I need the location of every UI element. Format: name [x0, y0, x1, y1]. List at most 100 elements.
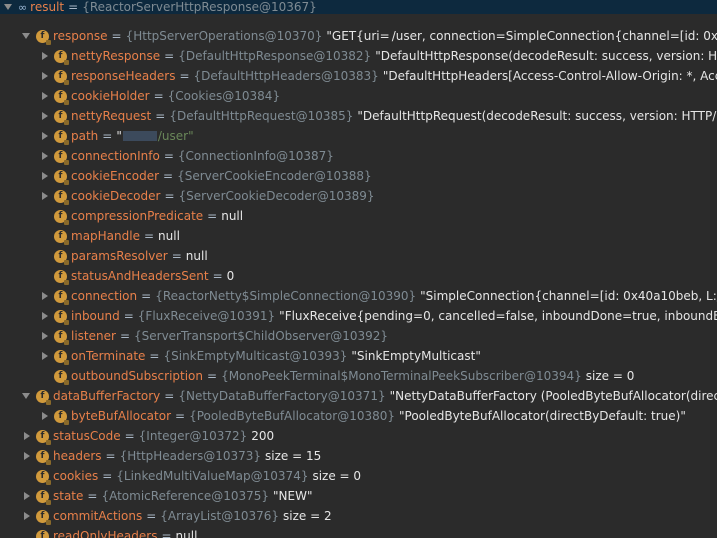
equals-sign: = — [164, 189, 175, 203]
variable-type: {DefaultHttpResponse@10382} — [178, 49, 372, 63]
tree-row-connection[interactable]: f connection = {ReactorNetty$SimpleConnecti… — [0, 286, 717, 306]
variable-type: {LinkedMultiValueMap@10374} — [116, 469, 309, 483]
tree-row-outboundSubscription[interactable]: f outboundSubscription = {MonoPeekTerminal$… — [0, 366, 717, 386]
no-expand-spacer — [40, 370, 50, 382]
chevron-right-icon[interactable] — [40, 110, 50, 122]
variable-type: {DefaultHttpRequest@10385} — [169, 109, 354, 123]
variable-name: cookieEncoder — [71, 169, 160, 183]
field-icon: f — [54, 89, 69, 105]
chevron-right-icon[interactable] — [40, 290, 50, 302]
tree-row-headers[interactable]: f headers = {HttpHeaders@10373} size = 15 — [0, 446, 717, 466]
variable-name: readOnlyHeaders — [53, 529, 158, 538]
variable-value: "SimpleConnection{channel=[id: 0x40a10be… — [420, 289, 717, 303]
variable-name: cookies — [53, 469, 99, 483]
tree-row-cookieDecoder[interactable]: f cookieDecoder = {ServerCookieDecoder@1038… — [0, 186, 717, 206]
variable-type: {SinkEmptyMulticast@10393} — [163, 349, 348, 363]
variable-name: outboundSubscription — [71, 369, 203, 383]
equals-sign: = — [68, 0, 79, 14]
variable-name: inbound — [71, 309, 120, 323]
variable-value: size = 15 — [265, 449, 322, 463]
variable-value-continued: /user" — [157, 129, 194, 143]
equals-sign: = — [171, 249, 182, 263]
equals-sign: = — [123, 309, 134, 323]
tree-row-nettyResponse[interactable]: f nettyResponse = {DefaultHttpResponse@1038… — [0, 46, 717, 66]
tree-row-mapHandle[interactable]: f mapHandle = null — [0, 226, 717, 246]
equals-sign: = — [207, 369, 218, 383]
chevron-right-icon[interactable] — [40, 130, 50, 142]
equals-sign: = — [146, 509, 157, 523]
variable-value: " — [116, 129, 122, 143]
variable-type: {PooledByteBufAllocator@10380} — [189, 409, 395, 423]
chevron-right-icon[interactable] — [22, 510, 32, 522]
variable-value: "NEW" — [273, 489, 313, 503]
variable-name: response — [53, 29, 108, 43]
chevron-right-icon[interactable] — [22, 450, 32, 462]
variable-type: {MonoPeekTerminal$MonoTerminalPeekSubscr… — [221, 369, 582, 383]
variable-value: 0 — [226, 269, 235, 283]
chevron-right-icon[interactable] — [22, 490, 32, 502]
no-expand-spacer — [40, 250, 50, 262]
tree-row-responseHeaders[interactable]: f responseHeaders = {DefaultHttpHeaders@103… — [0, 66, 717, 86]
variable-type: {ServerTransport$ChildObserver@10392} — [134, 329, 389, 343]
variable-name: paramsResolver — [71, 249, 168, 263]
chevron-right-icon[interactable] — [40, 170, 50, 182]
chevron-right-icon[interactable] — [40, 330, 50, 342]
equals-sign: = — [175, 409, 186, 423]
tree-row-onTerminate[interactable]: f onTerminate = {SinkEmptyMulticast@10393} "… — [0, 346, 717, 366]
tree-row-path[interactable]: f path = " /user" — [0, 126, 717, 146]
equals-sign: = — [212, 269, 223, 283]
variable-type: {NettyDataBufferFactory@10371} — [178, 389, 386, 403]
equals-sign: = — [155, 109, 166, 123]
variable-name: nettyResponse — [71, 49, 161, 63]
variable-name: statusCode — [53, 429, 121, 443]
equals-sign: = — [143, 229, 155, 243]
tree-row-cookies[interactable]: f cookies = {LinkedMultiValueMap@10374} size… — [0, 466, 717, 486]
tree-row-connectionInfo[interactable]: f connectionInfo = {ConnectionInfo@10387} — [0, 146, 717, 166]
variable-type: {AtomicReference@10375} — [101, 489, 270, 503]
variable-value: "GET{uri= — [326, 29, 390, 43]
tree-row-cookieEncoder[interactable]: f cookieEncoder = {ServerCookieEncoder@1038… — [0, 166, 717, 186]
chevron-right-icon[interactable] — [40, 410, 50, 422]
debugger-variables-tree: ∞ result = {ReactorServerHttpResponse@10367… — [0, 0, 717, 538]
tree-row-compressionPredicate[interactable]: f compressionPredicate = null — [0, 206, 717, 226]
chevron-right-icon[interactable] — [22, 430, 32, 442]
tree-row-paramsResolver[interactable]: f paramsResolver = null — [0, 246, 717, 266]
variable-name: mapHandle — [71, 229, 140, 243]
chevron-right-icon[interactable] — [40, 350, 50, 362]
equals-sign: = — [207, 209, 218, 223]
variable-type: {Cookies@10384} — [167, 89, 281, 103]
tree-row-response[interactable]: f response = {HttpServerOperations@10370} "G… — [0, 26, 717, 46]
tree-row-cookieHolder[interactable]: f cookieHolder = {Cookies@10384} — [0, 86, 717, 106]
chevron-down-icon[interactable] — [4, 1, 14, 13]
tree-row-statusAndHeadersSent[interactable]: f statusAndHeadersSent = 0 — [0, 266, 717, 286]
variable-type: {Integer@10372} — [138, 429, 248, 443]
tree-row-byteBufAllocator[interactable]: f byteBufAllocator = {PooledByteBufAllocato… — [0, 406, 717, 426]
chevron-right-icon[interactable] — [40, 50, 50, 62]
chevron-down-icon[interactable] — [22, 30, 32, 42]
chevron-right-icon[interactable] — [40, 90, 50, 102]
variable-name: dataBufferFactory — [53, 389, 161, 403]
field-icon: f — [54, 249, 69, 265]
chevron-right-icon[interactable] — [40, 310, 50, 322]
equals-sign: = — [153, 89, 164, 103]
tree-row-state[interactable]: f state = {AtomicReference@10375} "NEW" — [0, 486, 717, 506]
no-expand-spacer — [22, 530, 32, 538]
chevron-right-icon[interactable] — [40, 190, 50, 202]
variable-type: {ServerCookieEncoder@10388} — [177, 169, 372, 183]
chevron-right-icon[interactable] — [40, 70, 50, 82]
tree-row-listener[interactable]: f listener = {ServerTransport$ChildObserver… — [0, 326, 717, 346]
tree-row-dataBufferFactory[interactable]: f dataBufferFactory = {NettyDataBufferFacto… — [0, 386, 717, 406]
chevron-right-icon[interactable] — [40, 150, 50, 162]
chevron-down-icon[interactable] — [22, 390, 32, 402]
field-icon: f — [54, 309, 69, 325]
variable-value: "SinkEmptyMulticast" — [351, 349, 481, 363]
tree-row-nettyRequest[interactable]: f nettyRequest = {DefaultHttpRequest@10385}… — [0, 106, 717, 126]
tree-row-readOnlyHeaders[interactable]: f readOnlyHeaders = null — [0, 526, 717, 538]
tree-row-statusCode[interactable]: f statusCode = {Integer@10372} 200 — [0, 426, 717, 446]
tree-row-commitActions[interactable]: f commitActions = {ArrayList@10376} size = 2 — [0, 506, 717, 526]
field-icon: f — [54, 349, 69, 365]
variable-type: {FluxReceive@10391} — [137, 309, 276, 323]
variable-type: {ReactorServerHttpResponse@10367} — [82, 0, 317, 14]
tree-row-result[interactable]: ∞ result = {ReactorServerHttpResponse@10367… — [0, 0, 717, 14]
tree-row-inbound[interactable]: f inbound = {FluxReceive@10391} "FluxReceive… — [0, 306, 717, 326]
